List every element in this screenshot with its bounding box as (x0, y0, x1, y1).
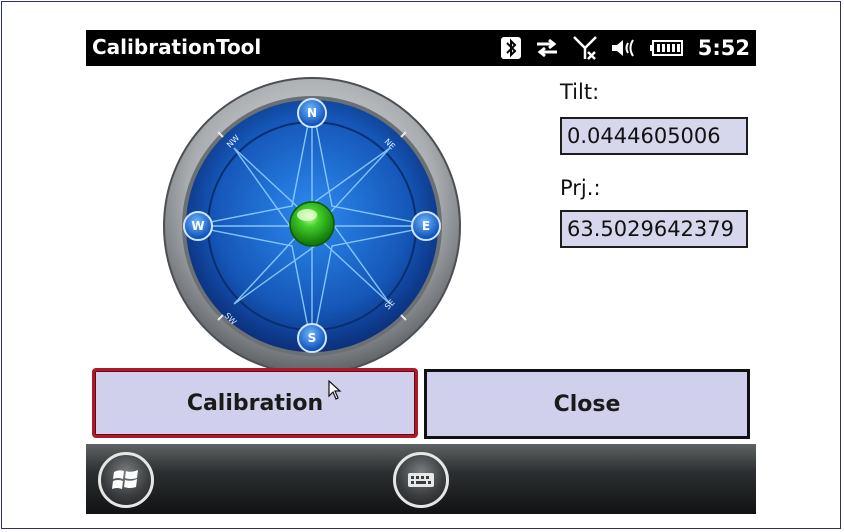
bluetooth-icon (500, 36, 522, 60)
compass-label-e: E (422, 219, 430, 233)
device-screen: CalibrationTool 5:52 NW NE SW SE N S W E… (86, 30, 756, 514)
tilt-value-field[interactable]: 0.0444605006 (560, 117, 748, 155)
tilt-label: Tilt: (560, 80, 600, 104)
status-bar: CalibrationTool 5:52 (86, 30, 756, 66)
keyboard-icon (408, 473, 434, 487)
data-transfer-icon (534, 37, 560, 59)
keyboard-button[interactable] (393, 452, 449, 508)
no-signal-icon (572, 35, 598, 61)
compass-dial: NW NE SW SE N S W E (163, 77, 461, 375)
prj-label: Prj.: (560, 176, 601, 200)
battery-icon (649, 39, 684, 57)
prj-value-field[interactable]: 63.5029642379 (560, 210, 748, 248)
level-bubble (289, 201, 335, 247)
calibration-button-label: Calibration (186, 390, 324, 416)
taskbar (86, 444, 756, 514)
close-button[interactable]: Close (424, 369, 750, 439)
compass-label-n: N (307, 106, 317, 120)
mouse-pointer-icon (328, 380, 342, 400)
clock: 5:52 (697, 36, 750, 60)
start-button[interactable] (98, 452, 154, 508)
app-title: CalibrationTool (92, 35, 262, 59)
close-button-label: Close (553, 391, 621, 417)
volume-icon (610, 37, 638, 59)
compass-label-w: W (191, 219, 204, 233)
windows-logo-icon (112, 470, 138, 489)
calibration-button[interactable]: Calibration (92, 368, 418, 438)
status-icons: 5:52 (500, 34, 750, 62)
screenshot-frame: CalibrationTool 5:52 NW NE SW SE N S W E… (1, 1, 841, 529)
compass-label-s: S (308, 331, 317, 345)
